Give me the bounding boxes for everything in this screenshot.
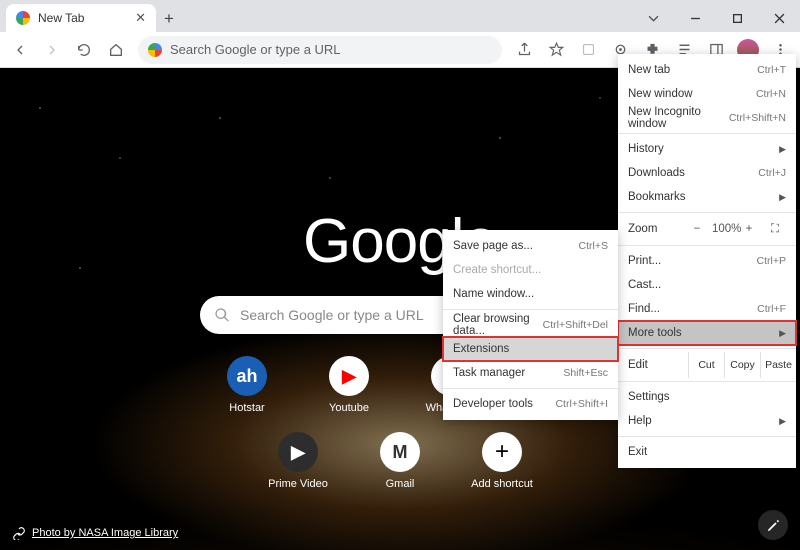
menu-exit[interactable]: Exit — [618, 440, 796, 464]
back-button[interactable] — [6, 36, 34, 64]
tab-favicon — [16, 11, 30, 25]
chevron-down-icon[interactable] — [632, 4, 674, 32]
menu-more-tools[interactable]: More tools▶ — [618, 321, 796, 345]
menu-history[interactable]: History▶ — [618, 137, 796, 161]
forward-button[interactable] — [38, 36, 66, 64]
shortcut-label: Gmail — [386, 478, 415, 490]
search-placeholder: Search Google or type a URL — [240, 307, 424, 323]
zoom-in-button[interactable]: + — [738, 223, 760, 235]
share-icon[interactable] — [510, 36, 538, 64]
address-bar[interactable]: Search Google or type a URL — [138, 36, 502, 64]
menu-print[interactable]: Print...Ctrl+P — [618, 249, 796, 273]
submenu-save-page[interactable]: Save page as...Ctrl+S — [443, 234, 618, 258]
menu-cut[interactable]: Cut — [688, 352, 724, 378]
shortcut-label: Prime Video — [268, 478, 328, 490]
menu-zoom: Zoom − 100% + ⛶ — [618, 216, 796, 242]
submenu-create-shortcut: Create shortcut... — [443, 258, 618, 282]
reload-button[interactable] — [70, 36, 98, 64]
menu-new-tab[interactable]: New tabCtrl+T — [618, 58, 796, 82]
shortcut-icon: ▶ — [278, 432, 318, 472]
shortcut-icon: ah — [227, 356, 267, 396]
submenu-name-window[interactable]: Name window... — [443, 282, 618, 306]
menu-help[interactable]: Help▶ — [618, 409, 796, 433]
extension-box-icon[interactable] — [574, 36, 602, 64]
browser-tab[interactable]: New Tab ✕ — [6, 4, 156, 32]
background-credit[interactable]: Photo by NASA Image Library — [12, 526, 178, 540]
tab-title: New Tab — [38, 11, 84, 25]
submenu-developer-tools[interactable]: Developer toolsCtrl+Shift+I — [443, 392, 618, 416]
shortcut-icon: M — [380, 432, 420, 472]
shortcut-label: Youtube — [329, 402, 369, 414]
submenu-extensions[interactable]: Extensions — [443, 337, 618, 361]
fullscreen-icon[interactable]: ⛶ — [764, 223, 786, 236]
submenu-clear-data[interactable]: Clear browsing data...Ctrl+Shift+Del — [443, 313, 618, 337]
shortcut-icon: + — [482, 432, 522, 472]
menu-edit-row: Edit Cut Copy Paste — [618, 352, 796, 378]
menu-find[interactable]: Find...Ctrl+F — [618, 297, 796, 321]
more-tools-submenu: Save page as...Ctrl+S Create shortcut...… — [443, 230, 618, 420]
customize-button[interactable] — [758, 510, 788, 540]
shortcut-tile[interactable]: M Gmail — [360, 432, 440, 490]
shortcut-label: Add shortcut — [471, 478, 533, 490]
submenu-task-manager[interactable]: Task managerShift+Esc — [443, 361, 618, 385]
home-button[interactable] — [102, 36, 130, 64]
new-tab-button[interactable]: + — [156, 6, 182, 32]
shortcuts-row: ▶ Prime Video M Gmail + Add shortcut — [190, 432, 610, 490]
window-controls — [632, 4, 800, 32]
menu-downloads[interactable]: DownloadsCtrl+J — [618, 161, 796, 185]
maximize-button[interactable] — [716, 4, 758, 32]
menu-paste[interactable]: Paste — [760, 352, 796, 378]
shortcut-tile[interactable]: ▶ Prime Video — [258, 432, 338, 490]
shortcut-tile[interactable]: ▶ Youtube — [309, 356, 389, 414]
zoom-value: 100% — [712, 223, 734, 235]
chrome-main-menu: New tabCtrl+T New windowCtrl+N New Incog… — [618, 54, 796, 468]
menu-bookmarks[interactable]: Bookmarks▶ — [618, 185, 796, 209]
menu-settings[interactable]: Settings — [618, 385, 796, 409]
menu-new-window[interactable]: New windowCtrl+N — [618, 82, 796, 106]
close-button[interactable] — [758, 4, 800, 32]
pencil-icon — [766, 518, 781, 533]
window-titlebar: New Tab ✕ + — [0, 0, 800, 32]
tab-close-icon[interactable]: ✕ — [135, 10, 146, 26]
shortcut-tile[interactable]: + Add shortcut — [462, 432, 542, 490]
google-icon — [148, 43, 162, 57]
shortcut-icon: ▶ — [329, 356, 369, 396]
shortcut-tile[interactable]: ah Hotstar — [207, 356, 287, 414]
menu-new-incognito[interactable]: New Incognito windowCtrl+Shift+N — [618, 106, 796, 130]
menu-cast[interactable]: Cast... — [618, 273, 796, 297]
zoom-out-button[interactable]: − — [686, 223, 708, 235]
link-icon — [12, 526, 26, 540]
bookmark-star-icon[interactable] — [542, 36, 570, 64]
shortcut-label: Hotstar — [229, 402, 264, 414]
search-icon — [214, 307, 230, 323]
minimize-button[interactable] — [674, 4, 716, 32]
menu-copy[interactable]: Copy — [724, 352, 760, 378]
omnibox-placeholder: Search Google or type a URL — [170, 42, 341, 57]
credit-text: Photo by NASA Image Library — [32, 527, 178, 539]
